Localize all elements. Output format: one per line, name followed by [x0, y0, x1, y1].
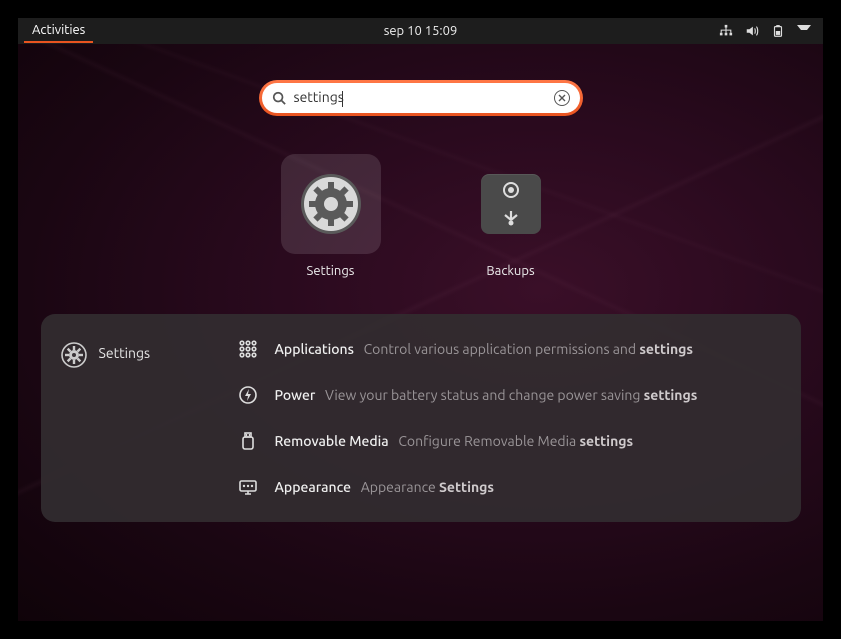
volume-icon [745, 24, 759, 38]
grid-icon [237, 338, 259, 360]
app-results-row: Settings Backups [281, 154, 561, 278]
result-description: View your battery status and change powe… [325, 387, 697, 403]
close-icon [558, 94, 566, 102]
top-bar: Activities sep 10 15:09 [18, 18, 823, 44]
app-label: Backups [486, 264, 534, 278]
search-query-text: settings [294, 89, 344, 105]
gear-icon [295, 168, 367, 240]
result-title: Appearance [275, 479, 352, 495]
chevron-down-icon [797, 25, 811, 39]
battery-icon [771, 24, 785, 38]
result-removable-media[interactable]: Removable Media Configure Removable Medi… [237, 430, 781, 452]
app-result-backups[interactable]: Backups [461, 154, 561, 278]
result-appearance[interactable]: Appearance Appearance Settings [237, 476, 781, 498]
activities-overlay: settings [18, 44, 823, 621]
display-icon [237, 476, 259, 498]
app-tile [281, 154, 381, 254]
result-title: Removable Media [275, 433, 389, 449]
app-result-settings[interactable]: Settings [281, 154, 381, 278]
result-source-label: Settings [99, 342, 151, 361]
text-caret [342, 91, 343, 107]
usb-icon [237, 430, 259, 452]
app-tile [461, 154, 561, 254]
result-description: Configure Removable Media settings [398, 433, 633, 449]
result-title: Power [275, 387, 316, 403]
backups-icon [481, 174, 541, 234]
gear-icon [61, 342, 87, 368]
activities-button[interactable]: Activities [24, 20, 93, 43]
clear-search-button[interactable] [554, 90, 570, 106]
result-title: Applications [275, 341, 354, 357]
result-description: Control various application permissions … [364, 341, 693, 357]
result-text: Applications Control various application… [275, 340, 694, 358]
network-icon [719, 24, 733, 38]
search-results-panel: Settings Applications Control various ap… [41, 314, 801, 522]
results-list: Applications Control various application… [237, 338, 781, 498]
clock[interactable]: sep 10 15:09 [384, 24, 458, 38]
desktop: Activities sep 10 15:09 settings [18, 18, 823, 621]
result-text: Removable Media Configure Removable Medi… [275, 432, 634, 450]
app-label: Settings [307, 264, 355, 278]
search-input[interactable]: settings [294, 89, 546, 106]
result-description: Appearance Settings [361, 479, 494, 495]
system-tray[interactable] [719, 23, 817, 39]
result-text: Power View your battery status and chang… [275, 386, 698, 404]
result-text: Appearance Appearance Settings [275, 478, 495, 496]
search-field-frame: settings [259, 80, 583, 116]
search-input-container[interactable]: settings [262, 83, 580, 113]
result-source[interactable]: Settings [61, 338, 211, 498]
result-applications[interactable]: Applications Control various application… [237, 338, 781, 360]
search-icon [272, 91, 286, 105]
result-power[interactable]: Power View your battery status and chang… [237, 384, 781, 406]
power-icon [237, 384, 259, 406]
